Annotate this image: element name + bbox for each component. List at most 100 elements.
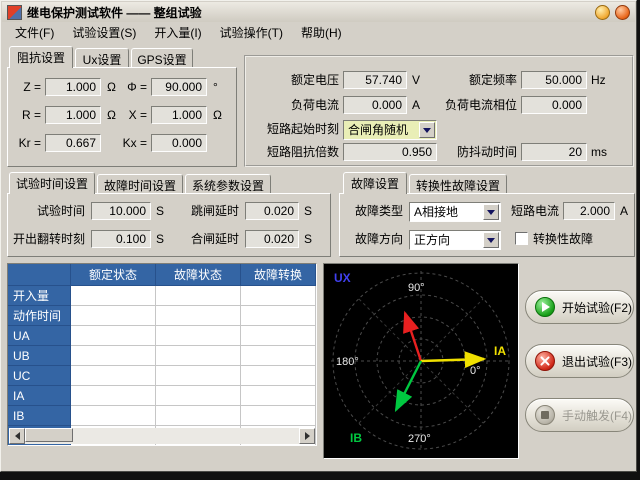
table-cell[interactable]: [71, 326, 156, 346]
close-delay-field[interactable]: 0.020: [245, 230, 299, 248]
table-cell[interactable]: [156, 406, 241, 426]
start-test-button[interactable]: 开始试验(F2): [525, 290, 634, 324]
table-cell[interactable]: [156, 386, 241, 406]
fault-type-combo[interactable]: A相接地: [409, 202, 501, 222]
scroll-left-button[interactable]: [9, 428, 25, 444]
menu-item-test-settings[interactable]: 试验设置(S): [63, 21, 145, 44]
transfer-fault-checkbox[interactable]: [515, 232, 528, 245]
fault-direction-value: 正方向: [414, 233, 450, 247]
tab-gps-settings[interactable]: GPS设置: [131, 48, 193, 67]
r-label: R =: [13, 108, 41, 123]
chevron-down-icon: [423, 128, 431, 133]
row-label-action-time: 动作时间: [8, 306, 71, 326]
fault-direction-label: 故障方向: [347, 232, 403, 247]
table-cell[interactable]: [241, 406, 316, 426]
short-start-combo[interactable]: 合闸角随机: [343, 120, 437, 140]
r-field[interactable]: 1.000: [45, 106, 101, 124]
manual-trigger-label: 手动触发(F4): [562, 407, 632, 424]
short-start-combo-button[interactable]: [419, 122, 435, 138]
table-cell[interactable]: [241, 306, 316, 326]
deg90-label: 90°: [408, 282, 425, 294]
scroll-right-icon: [305, 432, 310, 440]
z-label: Z =: [13, 80, 41, 95]
minimize-button[interactable]: [595, 5, 610, 20]
fault-type-combo-button[interactable]: [483, 204, 499, 220]
load-phase-label: 负荷电流相位: [443, 98, 517, 113]
ia-vector: [421, 359, 484, 361]
menu-item-help[interactable]: 帮助(H): [292, 21, 351, 44]
short-start-label: 短路起始时刻: [259, 122, 339, 137]
manual-trigger-icon: [535, 405, 555, 425]
kx-label: Kx =: [115, 136, 147, 151]
imp-factor-field[interactable]: 0.950: [343, 143, 437, 161]
tab-impedance-settings[interactable]: 阻抗设置: [9, 46, 73, 68]
table-cell[interactable]: [71, 306, 156, 326]
start-test-label: 开始试验(F2): [562, 299, 632, 316]
table-cell[interactable]: [156, 286, 241, 306]
short-current-field[interactable]: 2.000: [563, 202, 615, 220]
test-time-field[interactable]: 10.000: [91, 202, 151, 220]
tab-fault-time-settings[interactable]: 故障时间设置: [97, 174, 183, 193]
kr-field[interactable]: 0.667: [45, 134, 101, 152]
trip-delay-field[interactable]: 0.020: [245, 202, 299, 220]
rated-voltage-label: 额定电压: [263, 73, 339, 88]
tab-fault-settings[interactable]: 故障设置: [343, 172, 407, 194]
table-cell[interactable]: [156, 326, 241, 346]
table-cell[interactable]: [241, 326, 316, 346]
debounce-label: 防抖动时间: [447, 145, 517, 160]
load-phase-field[interactable]: 0.000: [521, 96, 587, 114]
table-row: UA: [8, 326, 316, 346]
table-row: 动作时间: [8, 306, 316, 326]
tab-test-time-settings[interactable]: 试验时间设置: [9, 172, 95, 194]
fault-type-label: 故障类型: [347, 204, 403, 219]
table-cell[interactable]: [241, 366, 316, 386]
kx-field[interactable]: 0.000: [151, 134, 207, 152]
table-cell[interactable]: [241, 346, 316, 366]
kr-label: Kr =: [9, 136, 41, 151]
scrollbar-thumb[interactable]: [25, 428, 73, 442]
chevron-down-icon: [487, 210, 495, 215]
table-cell[interactable]: [156, 366, 241, 386]
table-row: IA: [8, 386, 316, 406]
horizontal-scrollbar[interactable]: [9, 428, 315, 444]
table-cell[interactable]: [71, 366, 156, 386]
fault-direction-combo[interactable]: 正方向: [409, 230, 501, 250]
close-button[interactable]: [615, 5, 630, 20]
menu-item-test-operation[interactable]: 试验操作(T): [211, 21, 292, 44]
trip-delay-label: 跳闸延时: [183, 204, 239, 219]
table-cell[interactable]: [241, 386, 316, 406]
scroll-right-button[interactable]: [299, 428, 315, 444]
tab-transfer-fault-settings[interactable]: 转换性故障设置: [409, 174, 507, 193]
flip-time-label: 开出翻转时刻: [13, 232, 85, 247]
row-label-uc: UC: [8, 366, 71, 386]
rated-freq-label: 额定频率: [451, 73, 517, 88]
scrollbar-track[interactable]: [73, 428, 299, 444]
x-field[interactable]: 1.000: [151, 106, 207, 124]
exit-icon: [535, 351, 555, 371]
table-cell[interactable]: [71, 406, 156, 426]
titlebar[interactable]: 继电保护测试软件 —— 整组试验: [2, 2, 635, 22]
load-current-field[interactable]: 0.000: [343, 96, 407, 114]
r-unit: Ω: [107, 108, 116, 123]
phi-field[interactable]: 90.000: [151, 78, 207, 96]
rated-freq-field[interactable]: 50.000: [521, 71, 587, 89]
z-field[interactable]: 1.000: [45, 78, 101, 96]
table-cell[interactable]: [156, 306, 241, 326]
table-cell[interactable]: [71, 386, 156, 406]
menu-item-inputs[interactable]: 开入量(I): [145, 21, 210, 44]
load-current-label: 负荷电流: [263, 98, 339, 113]
rated-voltage-field[interactable]: 57.740: [343, 71, 407, 89]
fault-direction-combo-button[interactable]: [483, 232, 499, 248]
table-cell[interactable]: [156, 346, 241, 366]
tab-ux-settings[interactable]: Ux设置: [75, 48, 129, 67]
table-cell[interactable]: [71, 286, 156, 306]
tab-system-param-settings[interactable]: 系统参数设置: [185, 174, 271, 193]
row-label-ua: UA: [8, 326, 71, 346]
table-cell[interactable]: [241, 286, 316, 306]
flip-time-field[interactable]: 0.100: [91, 230, 151, 248]
table-cell[interactable]: [71, 346, 156, 366]
debounce-field[interactable]: 20: [521, 143, 587, 161]
menu-item-file[interactable]: 文件(F): [6, 21, 63, 44]
exit-test-button[interactable]: 退出试验(F3): [525, 344, 634, 378]
transfer-fault-label: 转换性故障: [533, 232, 593, 247]
